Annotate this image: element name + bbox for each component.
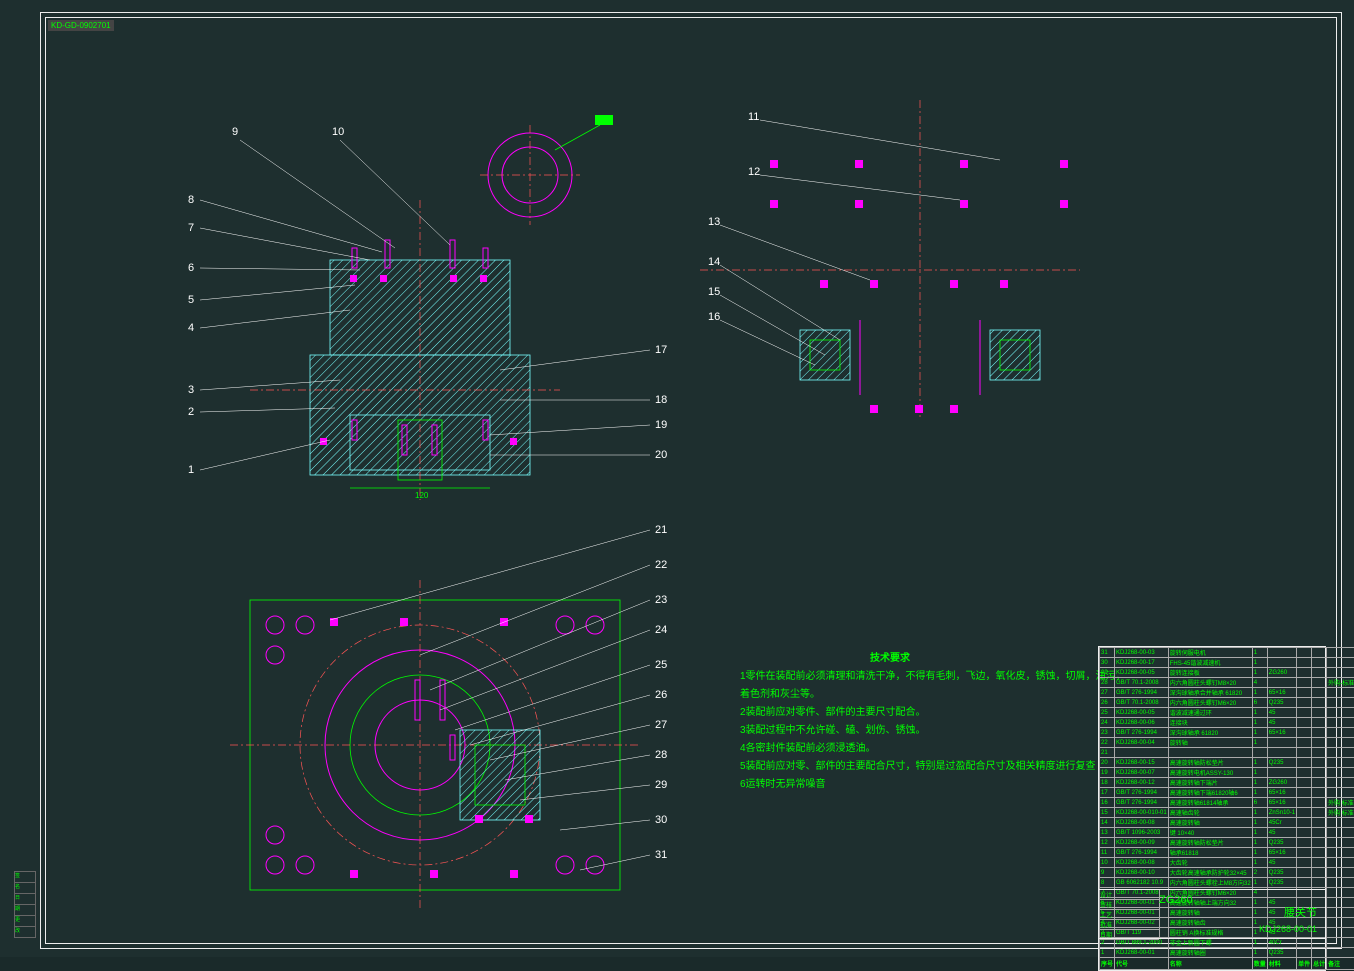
svg-text:20: 20 [655, 449, 667, 461]
title-block: 设计审核工艺批准日期 ZG260 腰关节 KDJ268-00-01 [1098, 889, 1326, 939]
detail-circle [480, 115, 613, 225]
svg-text:22: 22 [655, 559, 667, 571]
svg-text:11: 11 [748, 111, 759, 123]
svg-text:30: 30 [655, 814, 667, 826]
technical-requirements: 技术要求 1零件在装配前必须清理和清洗干净，不得有毛刺，飞边，氧化皮，锈蚀，切屑… [740, 650, 1126, 794]
svg-text:8: 8 [188, 194, 194, 206]
svg-text:29: 29 [655, 779, 667, 791]
drawing-name: 腰关节 [1284, 904, 1317, 920]
svg-text:28: 28 [655, 749, 667, 761]
svg-text:5: 5 [188, 294, 194, 306]
svg-text:120: 120 [415, 491, 429, 500]
svg-text:2: 2 [188, 406, 194, 418]
view-plan: 21 22 23 24 25 26 27 28 29 30 31 [230, 524, 667, 910]
svg-text:31: 31 [655, 849, 667, 861]
svg-text:9: 9 [232, 126, 238, 138]
svg-text:12: 12 [748, 166, 760, 178]
svg-text:23: 23 [655, 594, 667, 606]
svg-text:17: 17 [655, 344, 667, 356]
svg-text:24: 24 [655, 624, 667, 636]
svg-text:25: 25 [655, 659, 667, 671]
svg-text:27: 27 [655, 719, 667, 731]
svg-text:10: 10 [332, 126, 344, 138]
svg-text:1: 1 [188, 464, 194, 476]
svg-text:14: 14 [708, 256, 720, 268]
svg-text:15: 15 [708, 286, 720, 298]
svg-text:21: 21 [655, 524, 667, 536]
drawing-code: KDJ268-00-01 [1259, 924, 1317, 934]
tech-title: 技术要求 [740, 650, 1040, 668]
svg-text:16: 16 [708, 311, 720, 323]
revision-tabs: 签名日期更改 [14, 871, 36, 937]
svg-text:26: 26 [655, 689, 667, 701]
svg-text:13: 13 [708, 216, 720, 228]
svg-text:7: 7 [188, 222, 194, 234]
svg-text:3: 3 [188, 384, 194, 396]
svg-text:6: 6 [188, 262, 194, 274]
svg-text:4: 4 [188, 322, 194, 334]
project-material: ZG260 [1159, 894, 1193, 906]
svg-text:18: 18 [655, 394, 667, 406]
svg-text:19: 19 [655, 419, 667, 431]
view-top-right: 11 12 13 14 15 16 [700, 100, 1080, 420]
view-front: 120 1 2 3 4 5 6 7 8 9 10 17 18 19 20 [188, 126, 667, 500]
